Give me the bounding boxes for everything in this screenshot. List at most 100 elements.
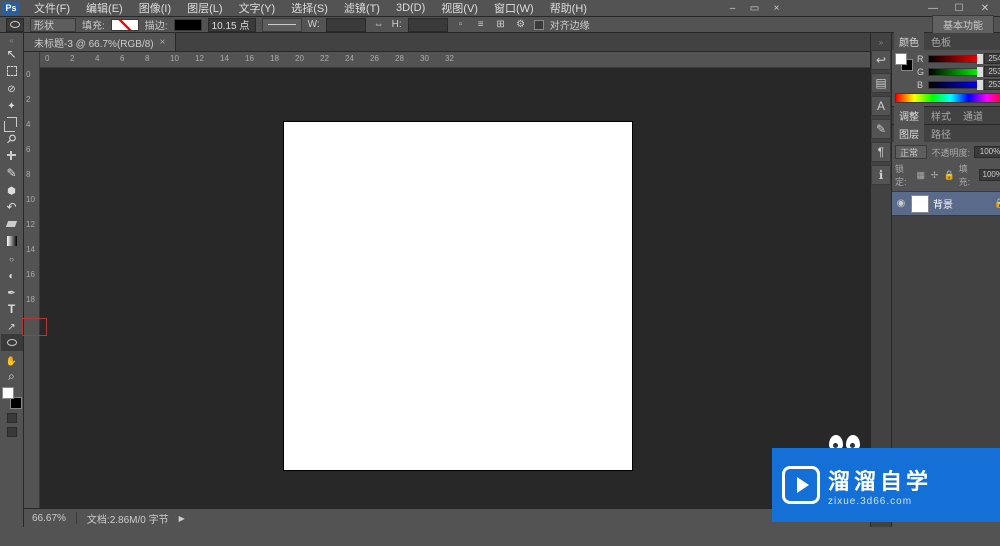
gradient-tool[interactable] <box>1 232 23 249</box>
doc-min-button[interactable]: – <box>724 1 740 15</box>
path-select-tool[interactable] <box>1 317 23 334</box>
type-tool[interactable] <box>1 300 23 317</box>
eraser-tool[interactable] <box>1 215 23 232</box>
r-value[interactable]: 254 <box>984 53 1000 64</box>
r-slider[interactable] <box>928 55 981 63</box>
hand-tool[interactable] <box>1 351 23 368</box>
menu-filter[interactable]: 滤镜(T) <box>336 0 388 17</box>
brush-tool[interactable] <box>1 164 23 181</box>
fill-swatch[interactable] <box>111 19 139 31</box>
width-input[interactable] <box>326 18 366 32</box>
wand-tool[interactable] <box>1 96 23 113</box>
tab-styles[interactable]: 样式 <box>926 106 956 125</box>
color-chips[interactable] <box>2 387 22 409</box>
b-value[interactable]: 253 <box>984 79 1000 90</box>
pen-tool[interactable] <box>1 283 23 300</box>
wh-link-icon[interactable]: ⇔ <box>372 18 386 32</box>
menu-window[interactable]: 窗口(W) <box>486 0 542 17</box>
gear-icon[interactable]: ⚙ <box>514 18 528 32</box>
stroke-style-dropdown[interactable] <box>262 18 302 32</box>
min-button[interactable]: — <box>920 1 946 15</box>
menu-help[interactable]: 帮助(H) <box>542 0 595 17</box>
dodge-tool[interactable] <box>1 266 23 283</box>
tab-paths[interactable]: 路径 <box>926 124 956 143</box>
canvas-viewport[interactable] <box>40 68 870 508</box>
menu-file[interactable]: 文件(F) <box>26 0 78 17</box>
zoom-level[interactable]: 66.67% <box>32 513 66 524</box>
menu-select[interactable]: 选择(S) <box>283 0 336 17</box>
g-value[interactable]: 253 <box>984 66 1000 77</box>
close-button[interactable]: ✕ <box>972 1 998 15</box>
active-tool-icon[interactable] <box>6 18 24 32</box>
panel-color-chips[interactable] <box>895 53 913 71</box>
shape-tool[interactable] <box>1 334 23 351</box>
fg-color-chip[interactable] <box>2 387 14 399</box>
heal-tool[interactable] <box>1 147 23 164</box>
blend-mode-dropdown[interactable]: 正常 <box>895 145 927 159</box>
stroke-swatch[interactable] <box>174 19 202 31</box>
layer-name[interactable]: 背景 <box>933 196 990 211</box>
stamp-tool[interactable] <box>1 181 23 198</box>
blur-tool[interactable] <box>1 249 23 266</box>
max-button[interactable]: ☐ <box>946 1 972 15</box>
eyedropper-tool[interactable] <box>1 130 23 147</box>
info-panel-icon[interactable]: ℹ <box>871 165 891 185</box>
tab-swatches[interactable]: 色板 <box>926 32 956 51</box>
opacity-input[interactable]: 100% <box>974 146 1000 158</box>
tab-adjust[interactable]: 调整 <box>894 106 924 125</box>
crop-tool[interactable] <box>1 113 23 130</box>
panel-fg-chip[interactable] <box>895 53 907 65</box>
layer-thumbnail[interactable] <box>911 195 929 213</box>
color-panel-tabs: 颜色 色板 <box>892 33 1000 50</box>
document-tab[interactable]: 未标题-3 @ 66.7%(RGB/8) × <box>24 33 176 51</box>
layer-visibility-icon[interactable]: ◉ <box>895 198 907 210</box>
menu-image[interactable]: 图像(I) <box>131 0 179 17</box>
toolbar-collapse-icon[interactable]: « <box>0 35 23 45</box>
height-input[interactable] <box>408 18 448 32</box>
history-brush-tool[interactable] <box>1 198 23 215</box>
ruler-horizontal[interactable]: 02468101214161820222426283032 <box>40 52 870 68</box>
history-panel-icon[interactable]: ↩ <box>871 50 891 70</box>
brushes-panel-icon[interactable]: ✎ <box>871 119 891 139</box>
path-align-button[interactable]: ≡ <box>474 18 488 32</box>
character-panel-icon[interactable]: A <box>871 96 891 116</box>
doc-close-button[interactable]: × <box>768 1 784 15</box>
marquee-tool[interactable] <box>1 62 23 79</box>
stroke-width-input[interactable]: 10.15 点 <box>208 18 256 32</box>
fill-opacity-input[interactable]: 100% <box>979 169 1000 181</box>
quickmask-toggle[interactable] <box>7 413 17 423</box>
color-spectrum[interactable] <box>895 93 1000 103</box>
menu-view[interactable]: 视图(V) <box>433 0 486 17</box>
screenmode-toggle[interactable] <box>7 427 17 437</box>
menu-3d[interactable]: 3D(D) <box>388 1 433 15</box>
watermark-logo-icon <box>782 466 820 504</box>
zoom-tool[interactable] <box>1 368 23 385</box>
properties-panel-icon[interactable]: ▤ <box>871 73 891 93</box>
tab-close-icon[interactable]: × <box>160 37 166 48</box>
align-edges-checkbox[interactable] <box>534 20 544 30</box>
tab-channels[interactable]: 通道 <box>958 106 988 125</box>
strip-collapse-icon[interactable]: » <box>871 37 891 47</box>
lock-pixels-icon[interactable]: ▦ <box>916 169 926 181</box>
canvas[interactable] <box>284 122 632 470</box>
doc-info[interactable]: 文档:2.86M/0 字节 <box>87 511 169 526</box>
tab-layers[interactable]: 图层 <box>894 124 924 143</box>
doc-restore-button[interactable]: ▭ <box>746 1 762 15</box>
path-arrange-button[interactable]: ⊞ <box>494 18 508 32</box>
b-slider[interactable] <box>928 81 981 89</box>
lock-position-icon[interactable]: ✢ <box>930 169 940 181</box>
menu-edit[interactable]: 编辑(E) <box>78 0 131 17</box>
g-slider[interactable] <box>928 68 981 76</box>
doc-info-arrow-icon[interactable]: ▶ <box>179 514 185 523</box>
tool-mode-dropdown[interactable]: 形状 <box>30 18 76 32</box>
layer-row[interactable]: ◉ 背景 🔒 <box>892 192 1000 216</box>
paragraph-panel-icon[interactable]: ¶ <box>871 142 891 162</box>
menu-layer[interactable]: 图层(L) <box>179 0 230 17</box>
menu-type[interactable]: 文字(Y) <box>231 0 284 17</box>
lasso-tool[interactable] <box>1 79 23 96</box>
lock-all-icon[interactable]: 🔒 <box>943 169 954 181</box>
path-ops-button[interactable]: ▫ <box>454 18 468 32</box>
tab-color[interactable]: 颜色 <box>894 32 924 51</box>
ruler-vertical[interactable]: 024681012141618 <box>24 52 40 508</box>
move-tool[interactable] <box>1 45 23 62</box>
